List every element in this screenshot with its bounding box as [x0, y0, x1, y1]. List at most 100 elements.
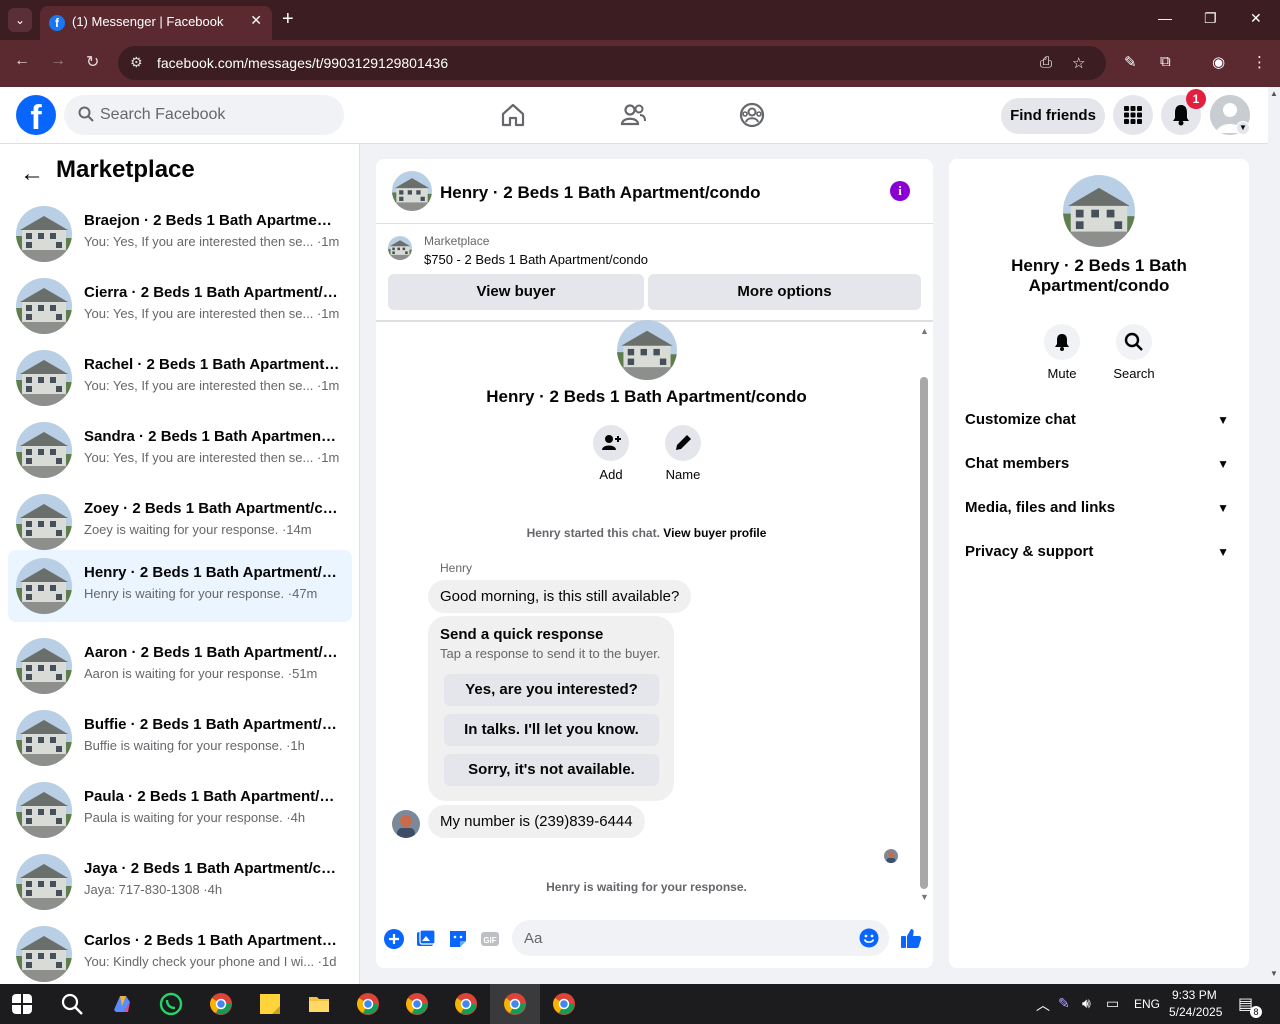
emoji-icon[interactable] [859, 928, 879, 948]
conversation-item[interactable]: Braejon · 2 Beds 1 Bath Apartment/condo Y… [8, 198, 352, 270]
conversation-item[interactable]: Cierra · 2 Beds 1 Bath Apartment/condo Yo… [8, 270, 352, 342]
chrome-profile-icon[interactable] [552, 992, 576, 1016]
conversation-item[interactable]: Paula · 2 Beds 1 Bath Apartment/condo Pau… [8, 774, 352, 846]
page-scrollbar[interactable]: ▲ ▼ [1268, 87, 1280, 984]
sticky-notes-icon[interactable] [258, 992, 282, 1016]
listing-price-title[interactable]: $750 - 2 Beds 1 Bath Apartment/condo [424, 252, 648, 267]
privacy-support-row[interactable]: Privacy & support ▼ [965, 532, 1235, 572]
pencil-icon [676, 435, 691, 450]
language-indicator[interactable]: ENG [1134, 997, 1160, 1011]
listing-thumbnail [16, 422, 72, 478]
forward-icon[interactable]: → [50, 52, 66, 70]
back-arrow-icon[interactable]: ← [20, 160, 44, 188]
scroll-down-icon[interactable]: ▼ [920, 892, 929, 902]
site-settings-icon[interactable]: ⚙ [130, 54, 143, 71]
network-icon[interactable]: ▭ [1106, 995, 1119, 1012]
customize-chat-row[interactable]: Customize chat ▼ [965, 400, 1235, 440]
chrome-profile-active-icon[interactable] [503, 992, 527, 1016]
bookmark-star-icon[interactable]: ☆ [1072, 54, 1085, 72]
tab-close-icon[interactable]: ✕ [250, 12, 262, 29]
scrollbar-thumb[interactable] [920, 377, 928, 889]
reload-icon[interactable]: ↻ [86, 52, 99, 72]
chat-header-thumbnail[interactable] [392, 171, 432, 211]
message-input[interactable] [524, 920, 844, 956]
maximize-icon[interactable]: ❐ [1204, 10, 1217, 27]
conversation-item[interactable]: Aaron · 2 Beds 1 Bath Apartment/condo Aar… [8, 630, 352, 702]
groups-icon[interactable] [738, 101, 766, 129]
quick-response-option[interactable]: In talks. I'll let you know. [444, 714, 659, 746]
conversation-name: Jaya · 2 Beds 1 Bath Apartment/condo [84, 860, 340, 877]
conversation-item[interactable]: Buffie · 2 Beds 1 Bath Apartment/condo Bu… [8, 702, 352, 774]
search-input[interactable] [100, 95, 330, 135]
clock-time[interactable]: 9:33 PM [1172, 988, 1217, 1002]
media-files-links-row[interactable]: Media, files and links ▼ [965, 488, 1235, 528]
message-bubble[interactable]: My number is (239)839-6444 [428, 805, 645, 838]
info-icon[interactable]: i [890, 181, 910, 201]
window-close-icon[interactable]: ✕ [1250, 10, 1262, 27]
chat-scrollbar[interactable]: ▲ ▼ [917, 322, 933, 902]
conversation-item-active[interactable]: Henry · 2 Beds 1 Bath Apartment/condo Hen… [8, 550, 352, 622]
extensions-icon[interactable]: ⧉ [1160, 53, 1171, 70]
facebook-search[interactable] [64, 95, 344, 135]
new-tab-icon[interactable]: + [282, 8, 294, 30]
mute-action[interactable]: Mute [1032, 324, 1092, 381]
chat-members-row[interactable]: Chat members ▼ [965, 444, 1235, 484]
add-people-action[interactable]: Add [581, 425, 641, 482]
browser-tab-active[interactable]: f (1) Messenger | Facebook ✕ [40, 6, 272, 40]
view-buyer-profile-link[interactable]: View buyer profile [663, 526, 766, 540]
address-bar[interactable]: ⚙ facebook.com/messages/t/99031291298014… [118, 46, 1106, 80]
sender-avatar[interactable] [392, 810, 420, 838]
chevron-down-icon[interactable]: ▼ [1236, 121, 1250, 135]
quick-response-option[interactable]: Yes, are you interested? [444, 674, 659, 706]
chrome-profile-icon[interactable] [454, 992, 478, 1016]
marketplace-conversation-list: ← Marketplace Braejon · 2 Beds 1 Bath Ap… [0, 144, 360, 984]
search-action[interactable]: Search [1104, 324, 1164, 381]
more-options-button[interactable]: More options [648, 274, 921, 310]
photo-icon[interactable] [415, 928, 437, 950]
sticker-icon[interactable] [447, 928, 469, 950]
copilot-icon[interactable] [110, 992, 134, 1016]
taskbar-search-icon[interactable] [60, 992, 84, 1016]
chrome-profile-icon[interactable] [405, 992, 429, 1016]
conversation-item[interactable]: Rachel · 2 Beds 1 Bath Apartment/condo Yo… [8, 342, 352, 414]
whatsapp-icon[interactable] [159, 992, 183, 1016]
menu-button[interactable] [1113, 95, 1153, 135]
gif-icon[interactable]: GIF [479, 928, 501, 950]
friends-icon[interactable] [619, 101, 647, 129]
conversation-item[interactable]: Sandra · 2 Beds 1 Bath Apartment/condo Yo… [8, 414, 352, 486]
install-app-icon[interactable]: ⎙ [1040, 54, 1052, 71]
thumbs-up-icon[interactable] [899, 926, 923, 950]
quick-response-option[interactable]: Sorry, it's not available. [444, 754, 659, 786]
conversation-item[interactable]: Jaya · 2 Beds 1 Bath Apartment/condo Jaya… [8, 846, 352, 918]
search-icon [78, 106, 94, 122]
chrome-profile-sk-icon[interactable] [209, 992, 233, 1016]
volume-icon[interactable]: 🔊︎ [1082, 995, 1091, 1012]
find-friends-button[interactable]: Find friends [1001, 98, 1105, 134]
minimize-icon[interactable]: — [1158, 10, 1172, 26]
conversation-name: Rachel · 2 Beds 1 Bath Apartment/condo [84, 356, 340, 373]
listing-thumbnail [16, 782, 72, 838]
chrome-menu-icon[interactable]: ⋮ [1252, 53, 1267, 71]
pen-icon[interactable]: ✎ [1124, 53, 1137, 71]
file-explorer-icon[interactable] [307, 992, 331, 1016]
message-bubble[interactable]: Good morning, is this still available? [428, 580, 692, 613]
windows-start-icon[interactable] [12, 994, 32, 1014]
back-icon[interactable]: ← [14, 52, 30, 70]
message-input-wrap[interactable] [512, 920, 889, 956]
clock-date[interactable]: 5/24/2025 [1169, 1005, 1222, 1019]
scroll-up-icon[interactable]: ▲ [920, 326, 929, 336]
tray-overflow-icon[interactable]: ︿ [1036, 995, 1050, 1015]
tab-search-dropdown[interactable]: ⌄ [8, 8, 32, 32]
conversation-item[interactable]: Carlos · 2 Beds 1 Bath Apartment/condo Yo… [8, 918, 352, 984]
chat-title[interactable]: Henry · 2 Beds 1 Bath Apartment/condo [440, 183, 761, 203]
plus-circle-icon[interactable] [383, 928, 405, 950]
chat-panel: Henry · 2 Beds 1 Bath Apartment/condo i … [376, 159, 933, 968]
pen-tray-icon[interactable]: ✎ [1058, 995, 1070, 1012]
conversation-item[interactable]: Zoey · 2 Beds 1 Bath Apartment/condo Zoey… [8, 486, 352, 558]
view-buyer-button[interactable]: View buyer [388, 274, 644, 310]
home-icon[interactable] [499, 101, 527, 129]
chrome-profile-icon[interactable] [356, 992, 380, 1016]
name-chat-action[interactable]: Name [653, 425, 713, 482]
profile-icon[interactable]: ◉ [1212, 53, 1225, 71]
facebook-logo-icon[interactable]: f [16, 95, 56, 137]
